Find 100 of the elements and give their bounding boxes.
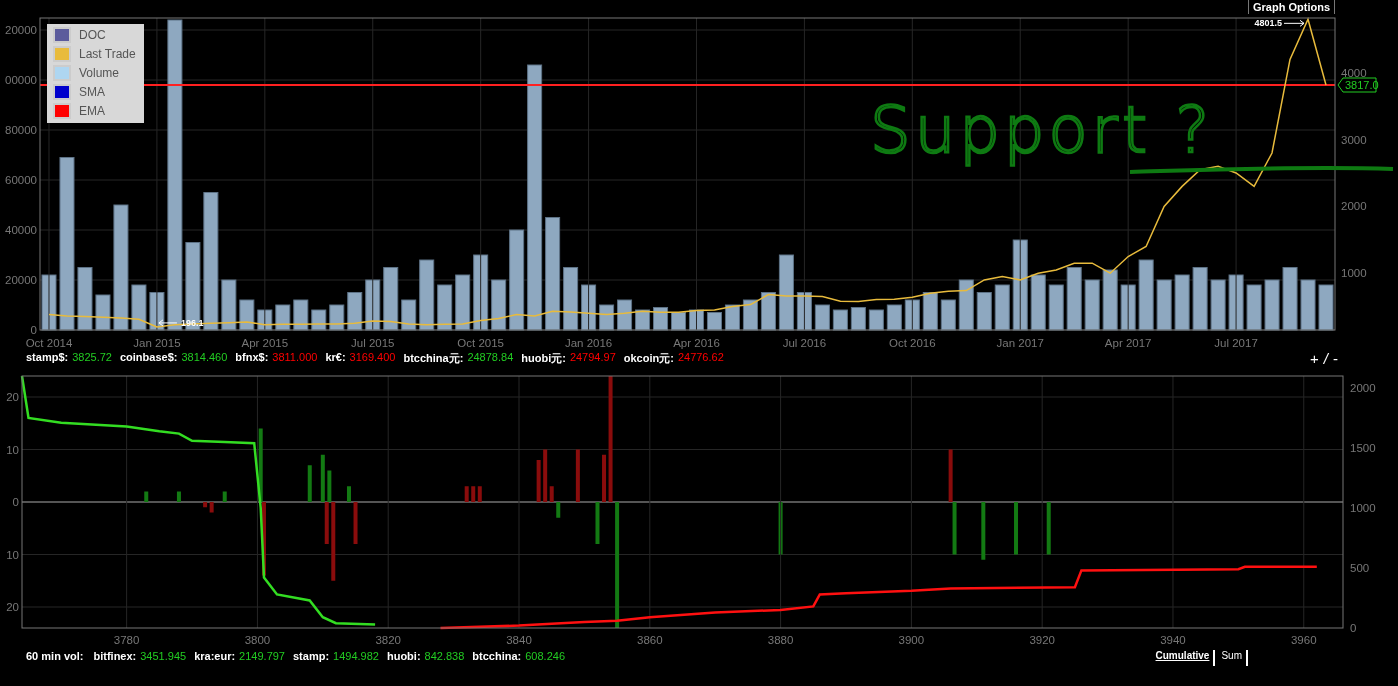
- exchange-volume: 608.246: [525, 650, 565, 662]
- axis-label: 00000: [5, 74, 37, 86]
- volume-bar: [257, 309, 273, 331]
- axis-label: 3000: [1341, 133, 1367, 146]
- view-toggle-link[interactable]: Cumulative: [1151, 650, 1216, 666]
- volume-bar: [419, 259, 435, 331]
- exchange-volume: 3451.945: [140, 650, 187, 662]
- exchange-price: 3814.460: [181, 350, 228, 365]
- volume-bar: [994, 284, 1010, 331]
- volume-bar: [814, 304, 830, 331]
- zoom-out-button[interactable]: -: [1333, 349, 1338, 367]
- volume-bar: [95, 294, 111, 331]
- axis-label: Jan 2015: [133, 337, 181, 349]
- axis-label: Apr 2015: [241, 337, 289, 349]
- axis-label: 3940: [1160, 634, 1186, 646]
- volume-bar: [599, 304, 615, 331]
- volume-bar: [581, 284, 597, 331]
- axis-label: Jul 2015: [351, 337, 395, 349]
- volume-bar: [1246, 284, 1262, 331]
- volume-bar: [617, 299, 633, 331]
- volume-bar: [383, 267, 399, 331]
- volume-bar: [976, 292, 992, 331]
- flow-bar: [981, 502, 986, 560]
- axis-label: 20: [6, 601, 19, 613]
- axis-label: 20: [6, 391, 19, 403]
- flow-bar: [595, 502, 600, 544]
- axis-label: Apr 2017: [1104, 337, 1152, 349]
- volume-bar: [491, 279, 507, 331]
- axis-label: 3840: [506, 634, 532, 646]
- annotation: 4801.5: [1254, 18, 1283, 29]
- graph-options-button[interactable]: Graph Options: [1248, 0, 1335, 14]
- flow-bar: [464, 486, 469, 502]
- flow-bar: [222, 491, 227, 502]
- flow-bar: [778, 502, 783, 555]
- volume-bar: [904, 299, 920, 331]
- volume-bar: [1192, 267, 1208, 331]
- exchange-label: kra:eur:: [194, 650, 236, 662]
- volume-bar: [940, 299, 956, 331]
- axis-label: Apr 2016: [673, 337, 720, 349]
- legend-label[interactable]: EMA: [79, 104, 105, 118]
- flow-bar: [176, 491, 181, 502]
- axis-label: 20000: [5, 24, 37, 36]
- axis-label: 3920: [1029, 634, 1055, 646]
- axis-label: 1000: [1341, 267, 1367, 280]
- axis-label: 3880: [767, 634, 794, 646]
- exchange-price: 24794.97: [569, 350, 616, 365]
- volume-bar: [958, 279, 974, 331]
- view-toggle-link[interactable]: Sum: [1217, 650, 1248, 666]
- zoom-in-button[interactable]: +: [1310, 349, 1319, 367]
- axis-label: 2000: [1350, 382, 1376, 394]
- exchange-label: stamp$:: [26, 350, 69, 365]
- volume-bar: [1210, 279, 1226, 331]
- price-tag: 3817.0: [1337, 77, 1379, 93]
- exchange-label: okcoin元:: [623, 350, 674, 366]
- exchange-label: stamp:: [293, 650, 330, 662]
- axis-label: 0: [12, 496, 19, 508]
- legend-label[interactable]: DOC: [79, 28, 106, 42]
- volume-bar: [1120, 284, 1136, 331]
- volume-bar: [832, 309, 848, 331]
- volume-bar: [239, 299, 255, 331]
- volume-bar: [1066, 267, 1082, 331]
- axis-label: 10: [6, 443, 19, 456]
- peak-annotation: 4801.5: [1254, 18, 1305, 29]
- legend-label[interactable]: Volume: [79, 66, 120, 80]
- exchange-label: btcchina:: [472, 650, 522, 662]
- axis-label: 40000: [5, 224, 37, 236]
- volume-bar: [922, 292, 938, 331]
- exchange-label: bitfinex:: [93, 650, 137, 662]
- axis-label: 500: [1350, 562, 1370, 574]
- exchange-label: btcchina元:: [403, 350, 464, 366]
- volume-bar: [742, 299, 758, 331]
- exchange-price: 24776.62: [677, 350, 724, 365]
- flow-bar: [1046, 502, 1051, 555]
- axis-label: 0: [1350, 622, 1357, 634]
- axis-label: 3820: [375, 634, 401, 646]
- volume-row-label: 60 min vol:: [26, 650, 84, 662]
- axis-label: Oct 2016: [889, 337, 936, 349]
- annotation: 196.1: [180, 317, 204, 328]
- volume-bar: [1300, 279, 1316, 331]
- flow-bar: [1014, 502, 1018, 555]
- axis-label: 3800: [244, 634, 271, 646]
- exchange-label: huobi:: [386, 650, 421, 662]
- legend-label[interactable]: Last Trade: [79, 47, 136, 61]
- volume-bar: [706, 312, 722, 331]
- volume-bar: [1318, 284, 1334, 331]
- exchange-label: coinbase$:: [119, 350, 178, 365]
- volume-bar: [437, 284, 453, 331]
- volume-bar: [401, 299, 417, 331]
- volume-bar: [1030, 274, 1046, 331]
- axis-label: 3860: [637, 634, 663, 646]
- exchange-volume: 842.838: [424, 650, 465, 662]
- axis-label: 2000: [1341, 200, 1367, 213]
- handwritten-note: Support ?: [870, 93, 1214, 167]
- volume-bar: [77, 267, 93, 331]
- legend-label[interactable]: SMA: [79, 85, 105, 99]
- axis-label: Oct 2014: [25, 337, 73, 349]
- flow-bar: [353, 502, 358, 544]
- volume-bar: [850, 307, 866, 331]
- volume-bar: [1282, 267, 1298, 331]
- axis-label: 60000: [5, 174, 37, 186]
